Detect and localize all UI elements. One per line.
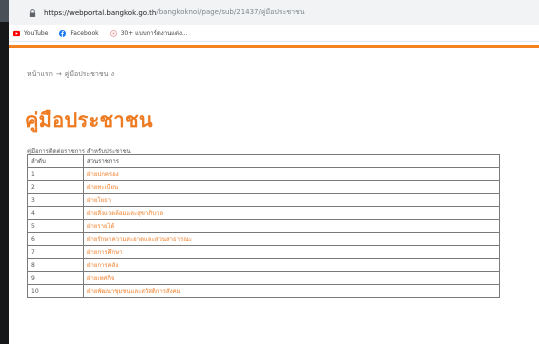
bookmark-label: Facebook	[70, 29, 99, 37]
bookmark-youtube[interactable]: YouTube	[13, 30, 48, 37]
youtube-icon	[13, 30, 20, 36]
table-row: 10 ฝ่ายพัฒนาชุมชนและสวัสดิการสังคม	[27, 284, 500, 298]
table-header-row: ลำดับ ส่วนราชการ	[27, 154, 500, 168]
table-row: 5 ฝ่ายรายได้	[27, 219, 500, 233]
row-number: 5	[27, 219, 84, 233]
breadcrumb: หน้าแรก → คู่มือประชาชน ง	[27, 69, 114, 80]
row-number: 7	[27, 245, 84, 259]
bookmark-label: YouTube	[24, 29, 49, 37]
table-row: 2 ฝ่ายทะเบียน	[27, 180, 500, 194]
department-link[interactable]: ฝ่ายปกครอง	[83, 167, 500, 181]
department-link[interactable]: ฝ่ายพัฒนาชุมชนและสวัสดิการสังคม	[83, 284, 500, 298]
bookmarks-bar: YouTube Facebook 30+ แบบการ์ดงานแต่ง...	[9, 25, 539, 42]
row-number: 2	[27, 180, 84, 194]
table-row: 6 ฝ่ายรักษาความสะอาดและสวนสาธารณะ	[27, 232, 500, 246]
row-number: 3	[27, 193, 84, 207]
department-link[interactable]: ฝ่ายโยธา	[83, 193, 500, 207]
guide-table: ลำดับ ส่วนราชการ 1 ฝ่ายปกครอง 2 ฝ่ายทะเบ…	[27, 154, 500, 298]
department-link[interactable]: ฝ่ายสิ่งแวดล้อมและสุขาภิบาล	[83, 206, 500, 220]
row-number: 6	[27, 232, 84, 246]
row-number: 10	[27, 284, 84, 298]
breadcrumb-home[interactable]: หน้าแรก	[27, 70, 53, 78]
table-row: 3 ฝ่ายโยธา	[27, 193, 500, 207]
lock-icon	[29, 8, 36, 17]
table-row: 1 ฝ่ายปกครอง	[27, 167, 500, 181]
table-row: 8 ฝ่ายการคลัง	[27, 258, 500, 272]
bookmark-facebook[interactable]: Facebook	[59, 29, 99, 37]
table-row: 7 ฝ่ายการศึกษา	[27, 245, 500, 259]
department-link[interactable]: ฝ่ายการคลัง	[83, 258, 500, 272]
bookmark-site-icon	[109, 29, 117, 37]
department-link[interactable]: ฝ่ายทะเบียน	[83, 180, 500, 194]
column-header-department: ส่วนราชการ	[83, 154, 500, 168]
address-bar[interactable]: https://webportal.bangkok.go.th/bangkokn…	[9, 0, 539, 25]
window-edge	[0, 0, 9, 344]
breadcrumb-current: คู่มือประชาชน ง	[64, 70, 115, 78]
row-number: 1	[27, 167, 84, 181]
breadcrumb-arrow: →	[55, 70, 62, 78]
column-header-order: ลำดับ	[27, 154, 84, 168]
table-row: 4 ฝ่ายสิ่งแวดล้อมและสุขาภิบาล	[27, 206, 500, 220]
row-number: 9	[27, 271, 84, 285]
table-row: 9 ฝ่ายเทศกิจ	[27, 271, 500, 285]
row-number: 8	[27, 258, 84, 272]
url-host[interactable]: https://webportal.bangkok.go.th	[44, 9, 156, 17]
department-link[interactable]: ฝ่ายรักษาความสะอาดและสวนสาธารณะ	[83, 232, 500, 246]
page-content: หน้าแรก → คู่มือประชาชน ง คู่มือประชาชน คู…	[9, 48, 539, 344]
facebook-icon	[59, 29, 67, 37]
row-number: 4	[27, 206, 84, 220]
url-path[interactable]: /bangkoknoi/page/sub/21437/คู่มือประชาชน	[156, 7, 304, 18]
bookmark-label: 30+ แบบการ์ดงานแต่ง...	[120, 30, 188, 37]
page-title: คู่มือประชาชน	[25, 108, 153, 132]
department-link[interactable]: ฝ่ายรายได้	[83, 219, 500, 233]
department-link[interactable]: ฝ่ายการศึกษา	[83, 245, 500, 259]
bookmark-wedding-cards[interactable]: 30+ แบบการ์ดงานแต่ง...	[109, 28, 188, 38]
department-link[interactable]: ฝ่ายเทศกิจ	[83, 271, 500, 285]
